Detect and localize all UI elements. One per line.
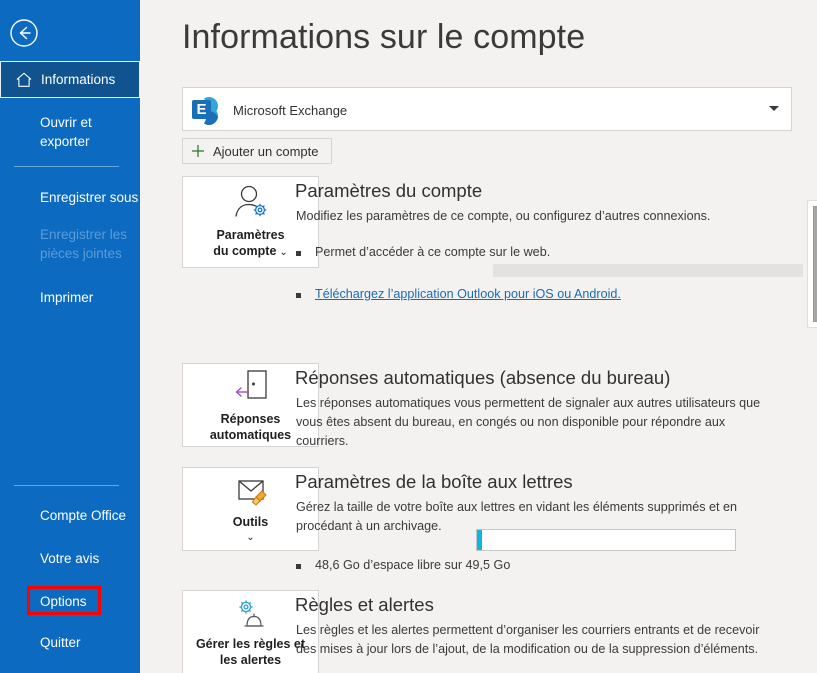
bullet-text: 48,6 Go d’espace libre sur 49,5 Go <box>315 558 511 572</box>
bullet-icon <box>296 293 301 298</box>
bullet-text: Permet d’accéder à ce compte sur le web. <box>315 245 551 259</box>
gear-bell-icon <box>238 599 264 627</box>
sidebar-item-label: Quitter <box>40 634 81 650</box>
sidebar-item-label: Options <box>40 593 87 609</box>
chevron-down-icon: ⌄ <box>279 246 288 258</box>
avatar <box>807 200 817 328</box>
chevron-down-icon <box>769 106 779 111</box>
sidebar-item-label: Votre avis <box>40 550 100 566</box>
sidebar-item-quitter[interactable]: Quitter <box>0 628 140 656</box>
person-gear-icon <box>234 185 266 217</box>
sidebar-item-label: Enregistrer les pièces jointes <box>40 227 128 261</box>
automatic-replies-tile-label: Réponses automatiques <box>209 411 292 442</box>
exchange-icon: E <box>192 97 218 125</box>
sidebar-item-votre-avis[interactable]: Votre avis <box>0 544 140 572</box>
mailbox-settings-heading: Paramètres de la boîte aux lettres <box>295 471 573 492</box>
account-settings-bullet-web: Permet d’accéder à ce compte sur le web. <box>296 245 766 259</box>
backstage-main: Informations sur le compte E Microsoft E… <box>140 0 817 673</box>
sidebar-item-compte-office[interactable]: Compte Office <box>0 501 140 529</box>
page-title: Informations sur le compte <box>182 18 586 56</box>
bullet-icon <box>296 251 301 256</box>
mailbox-settings-tile-label: Outils <box>232 514 269 529</box>
download-outlook-app-link[interactable]: Téléchargez l’application Outlook pour i… <box>315 287 621 301</box>
account-selector-value: Microsoft Exchange <box>233 103 348 118</box>
sidebar-item-enregistrer-pieces-jointes: Enregistrer les pièces jointes <box>0 224 140 264</box>
automatic-replies-heading: Réponses automatiques (absence du bureau… <box>295 367 671 388</box>
account-settings-heading: Paramètres du compte <box>295 180 483 201</box>
envelope-broom-icon <box>237 479 267 506</box>
account-settings-bullet-download[interactable]: Téléchargez l’application Outlook pour i… <box>296 287 776 301</box>
sidebar-item-options[interactable]: Options <box>0 587 140 615</box>
account-selector[interactable]: E Microsoft Exchange <box>182 87 792 131</box>
sidebar-item-label: Ouvrir et exporter <box>40 115 92 149</box>
add-account-button[interactable]: Ajouter un compte <box>182 138 332 164</box>
sidebar-item-label: Compte Office <box>40 507 127 523</box>
home-icon <box>16 72 32 87</box>
sidebar-divider-bottom <box>14 485 119 486</box>
out-of-office-icon <box>235 369 267 399</box>
chevron-down-icon: ⌄ <box>246 531 255 543</box>
plus-icon <box>192 145 204 157</box>
sidebar-item-label: Enregistrer sous <box>40 189 139 205</box>
add-account-label: Ajouter un compte <box>213 143 319 159</box>
sidebar-item-label: Imprimer <box>40 289 94 305</box>
account-settings-tile-label: Paramètres du compte ⌄ <box>213 227 288 261</box>
bullet-icon <box>296 564 301 569</box>
outlook-backstage-view: Informations Ouvrir et exporter Enregist… <box>0 0 817 673</box>
avatar-placeholder <box>813 206 817 322</box>
rules-alerts-tile-label: Gérer les règles et les alertes <box>195 636 306 667</box>
automatic-replies-description: Les réponses automatiques vous permetten… <box>296 396 761 448</box>
account-settings-description: Modifiez les paramètres de ce compte, ou… <box>296 209 711 223</box>
redacted-email-bar <box>493 264 803 277</box>
mailbox-storage-progressbar <box>476 529 736 551</box>
rules-alerts-description: Les règles et les alertes permettent d’o… <box>296 623 760 656</box>
backstage-sidebar: Informations Ouvrir et exporter Enregist… <box>0 0 140 673</box>
sidebar-divider-top <box>14 166 119 167</box>
mailbox-storage-text: 48,6 Go d’espace libre sur 49,5 Go <box>296 558 716 572</box>
sidebar-item-imprimer[interactable]: Imprimer <box>0 283 140 311</box>
svg-text:E: E <box>196 101 206 118</box>
sidebar-item-ouvrir-et-exporter[interactable]: Ouvrir et exporter <box>0 112 140 152</box>
mailbox-storage-progress-fill <box>477 530 483 550</box>
sidebar-item-informations[interactable]: Informations <box>0 61 140 98</box>
rules-alerts-heading: Règles et alertes <box>295 594 434 615</box>
back-button[interactable] <box>9 18 39 48</box>
back-arrow-icon <box>10 19 38 47</box>
sidebar-item-enregistrer-sous[interactable]: Enregistrer sous <box>0 183 140 211</box>
